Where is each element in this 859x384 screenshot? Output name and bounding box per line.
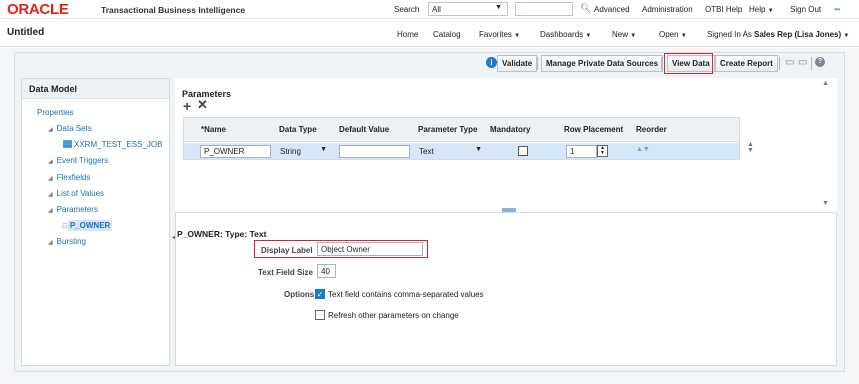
refresh-parameters-checkbox[interactable] bbox=[315, 310, 325, 320]
col-mandatory: Mandatory bbox=[490, 125, 531, 134]
global-header: ORACLE Transactional Business Intelligen… bbox=[0, 0, 859, 19]
param-name-input[interactable] bbox=[200, 145, 271, 158]
open-menu[interactable]: Open ▼ bbox=[659, 30, 687, 39]
comma-separated-checkbox[interactable]: ✓ bbox=[315, 289, 325, 299]
toolbar-divider bbox=[811, 57, 812, 70]
sign-out-link[interactable]: Sign Out bbox=[790, 5, 821, 14]
col-row-placement: Row Placement bbox=[564, 125, 624, 134]
detail-title: P_OWNER: Type: Text bbox=[177, 229, 267, 239]
text-field-size-label: Text Field Size bbox=[258, 268, 313, 277]
vertical-scrollbar[interactable]: ▲ ▼ bbox=[819, 80, 831, 211]
save-as-icon[interactable]: ▭ bbox=[798, 57, 807, 68]
chevron-down-icon: ▼ bbox=[475, 146, 482, 153]
refresh-parameters-label: Refresh other parameters on change bbox=[328, 311, 459, 320]
tree-list-of-values[interactable]: ◢ List of Values bbox=[48, 189, 104, 198]
chevron-down-icon: ▼ bbox=[320, 146, 327, 153]
page-title: Untitled bbox=[7, 27, 45, 38]
user-menu[interactable]: Sales Rep (Lisa Jones) ▼ bbox=[754, 30, 849, 39]
tree-parameters[interactable]: ◢ Parameters bbox=[48, 205, 98, 214]
text-field-size-input[interactable] bbox=[317, 264, 336, 278]
expanded-triangle-icon: ◢ bbox=[48, 208, 53, 214]
row-placement-input[interactable] bbox=[566, 145, 597, 158]
col-name: *Name bbox=[201, 125, 226, 134]
search-scope-select[interactable]: All ▼ bbox=[428, 2, 508, 16]
expanded-triangle-icon: ◢ bbox=[48, 240, 53, 246]
toolbar-divider bbox=[537, 57, 538, 70]
home-link[interactable]: Home bbox=[397, 30, 418, 39]
tree-data-sets[interactable]: ◢ Data Sets bbox=[48, 124, 92, 133]
administration-link[interactable]: Administration bbox=[642, 5, 693, 14]
comma-separated-label: Text field contains comma-separated valu… bbox=[328, 290, 484, 299]
tree-param-item[interactable]: ⊡ P_OWNER bbox=[62, 220, 113, 231]
tree-dataset-item[interactable]: XXRM_TEST_ESS_JOB bbox=[63, 140, 162, 149]
signed-in-label: Signed In As bbox=[707, 30, 752, 39]
dashboards-menu[interactable]: Dashboards ▼ bbox=[540, 30, 591, 39]
expanded-triangle-icon: ◢ bbox=[48, 159, 53, 165]
more-icon[interactable]: ••• bbox=[834, 5, 840, 14]
save-icon[interactable]: ▭ bbox=[785, 57, 794, 68]
splitter-handle[interactable] bbox=[502, 208, 516, 212]
search-label: Search bbox=[394, 5, 420, 14]
help-icon[interactable]: ? bbox=[815, 57, 825, 67]
page-header: Untitled Home Catalog Favorites ▼ Dashbo… bbox=[0, 20, 859, 47]
highlight-box bbox=[664, 53, 713, 74]
row-scroll-icon[interactable]: ▲ ▼ bbox=[747, 141, 754, 154]
scroll-down-icon[interactable]: ▼ bbox=[822, 200, 829, 207]
tree-bursting[interactable]: ◢ Bursting bbox=[48, 237, 86, 246]
add-icon[interactable]: + bbox=[183, 99, 191, 113]
delete-icon[interactable]: ✕ bbox=[197, 98, 208, 111]
chevron-down-icon: ▼ bbox=[514, 33, 521, 39]
validate-button[interactable]: Validate bbox=[497, 55, 538, 72]
scroll-up-icon[interactable]: ▲ bbox=[822, 80, 829, 87]
expanded-triangle-icon: ◢ bbox=[48, 176, 53, 182]
tree-event-triggers[interactable]: ◢ Event Triggers bbox=[48, 156, 108, 165]
otbi-help-link[interactable]: OTBI Help bbox=[705, 5, 742, 14]
catalog-link[interactable]: Catalog bbox=[433, 30, 461, 39]
col-reorder: Reorder bbox=[636, 125, 667, 134]
toolbar-divider bbox=[779, 57, 780, 70]
new-menu[interactable]: New ▼ bbox=[612, 30, 636, 39]
data-type-select[interactable]: String ▼ bbox=[279, 145, 329, 158]
highlight-box bbox=[254, 240, 428, 258]
chevron-down-icon: ▼ bbox=[843, 33, 850, 39]
parameter-icon: ⊡ bbox=[62, 223, 68, 230]
options-label: Options bbox=[284, 290, 315, 299]
expanded-triangle-icon: ◢ bbox=[48, 127, 53, 133]
default-value-input[interactable] bbox=[339, 145, 410, 158]
favorites-menu[interactable]: Favorites ▼ bbox=[479, 30, 520, 39]
col-default-value: Default Value bbox=[339, 125, 390, 134]
row-placement-spinner[interactable]: ▲ ▼ bbox=[597, 145, 608, 157]
product-name: Transactional Business Intelligence bbox=[101, 5, 246, 15]
search-input[interactable] bbox=[515, 2, 573, 16]
advanced-link[interactable]: Advanced bbox=[594, 5, 630, 14]
mandatory-checkbox[interactable] bbox=[518, 146, 528, 156]
chevron-down-icon: ▼ bbox=[585, 33, 592, 39]
tree-header: Data Model bbox=[22, 79, 169, 99]
reorder-arrows-icon[interactable]: ▲▼ bbox=[636, 146, 650, 153]
tree-properties[interactable]: Properties bbox=[37, 108, 73, 117]
info-icon: i bbox=[486, 57, 497, 68]
toolbar-divider bbox=[661, 57, 662, 70]
manage-private-data-sources-button[interactable]: Manage Private Data Sources bbox=[541, 55, 664, 72]
create-report-button[interactable]: Create Report bbox=[715, 55, 778, 72]
help-menu[interactable]: Help ▼ bbox=[749, 5, 774, 14]
chevron-down-icon: ▼ bbox=[630, 33, 637, 39]
tree-flexfields[interactable]: ◢ Flexfields bbox=[48, 173, 90, 182]
expanded-triangle-icon: ◢ bbox=[48, 192, 53, 198]
oracle-logo: ORACLE bbox=[7, 1, 69, 18]
dataset-icon bbox=[63, 140, 72, 148]
col-parameter-type: Parameter Type bbox=[418, 125, 478, 134]
search-icon[interactable]: 🔍︎ bbox=[580, 3, 591, 14]
chevron-down-icon: ▼ bbox=[495, 4, 502, 11]
chevron-down-icon: ▼ bbox=[767, 8, 774, 14]
chevron-down-icon: ▼ bbox=[680, 33, 687, 39]
parameter-type-select[interactable]: Text ▼ bbox=[418, 145, 484, 158]
col-data-type: Data Type bbox=[279, 125, 317, 134]
